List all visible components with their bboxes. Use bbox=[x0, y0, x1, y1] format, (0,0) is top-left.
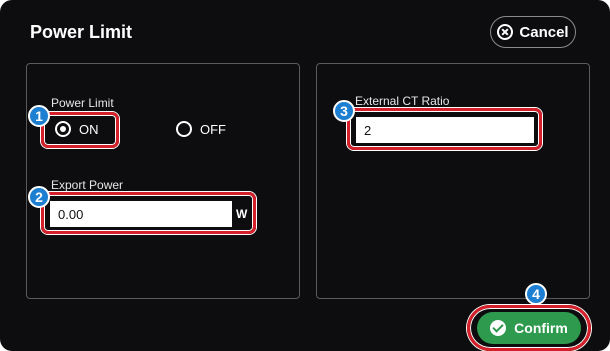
external-ct-input[interactable]: 2 bbox=[356, 117, 534, 143]
radio-selected-icon bbox=[55, 121, 71, 137]
callout-badge-3: 3 bbox=[333, 100, 355, 122]
radio-off-label: OFF bbox=[200, 121, 226, 137]
callout-badge-2: 2 bbox=[28, 186, 50, 208]
power-limit-dialog: Power Limit Cancel Power Limit 1 ON OFF … bbox=[0, 0, 610, 351]
confirm-label: Confirm bbox=[514, 320, 568, 336]
radio-on-label: ON bbox=[79, 121, 99, 137]
check-circle-icon bbox=[490, 320, 507, 336]
radio-on[interactable]: ON bbox=[55, 121, 99, 137]
callout-badge-1: 1 bbox=[28, 105, 50, 127]
radio-off[interactable]: OFF bbox=[176, 121, 226, 137]
dialog-title: Power Limit bbox=[30, 22, 133, 42]
export-power-label: Export Power bbox=[51, 178, 124, 192]
export-power-input[interactable]: 0.00 bbox=[50, 201, 232, 227]
export-power-unit: W bbox=[236, 207, 248, 221]
close-circle-icon bbox=[497, 24, 514, 40]
radio-unselected-icon bbox=[176, 121, 192, 137]
external-ct-label: External CT Ratio bbox=[355, 94, 450, 108]
cancel-button[interactable]: Cancel bbox=[490, 16, 576, 48]
cancel-label: Cancel bbox=[519, 23, 569, 41]
power-limit-label: Power Limit bbox=[51, 96, 114, 110]
callout-badge-4: 4 bbox=[525, 283, 547, 305]
confirm-button[interactable]: Confirm bbox=[477, 312, 581, 344]
